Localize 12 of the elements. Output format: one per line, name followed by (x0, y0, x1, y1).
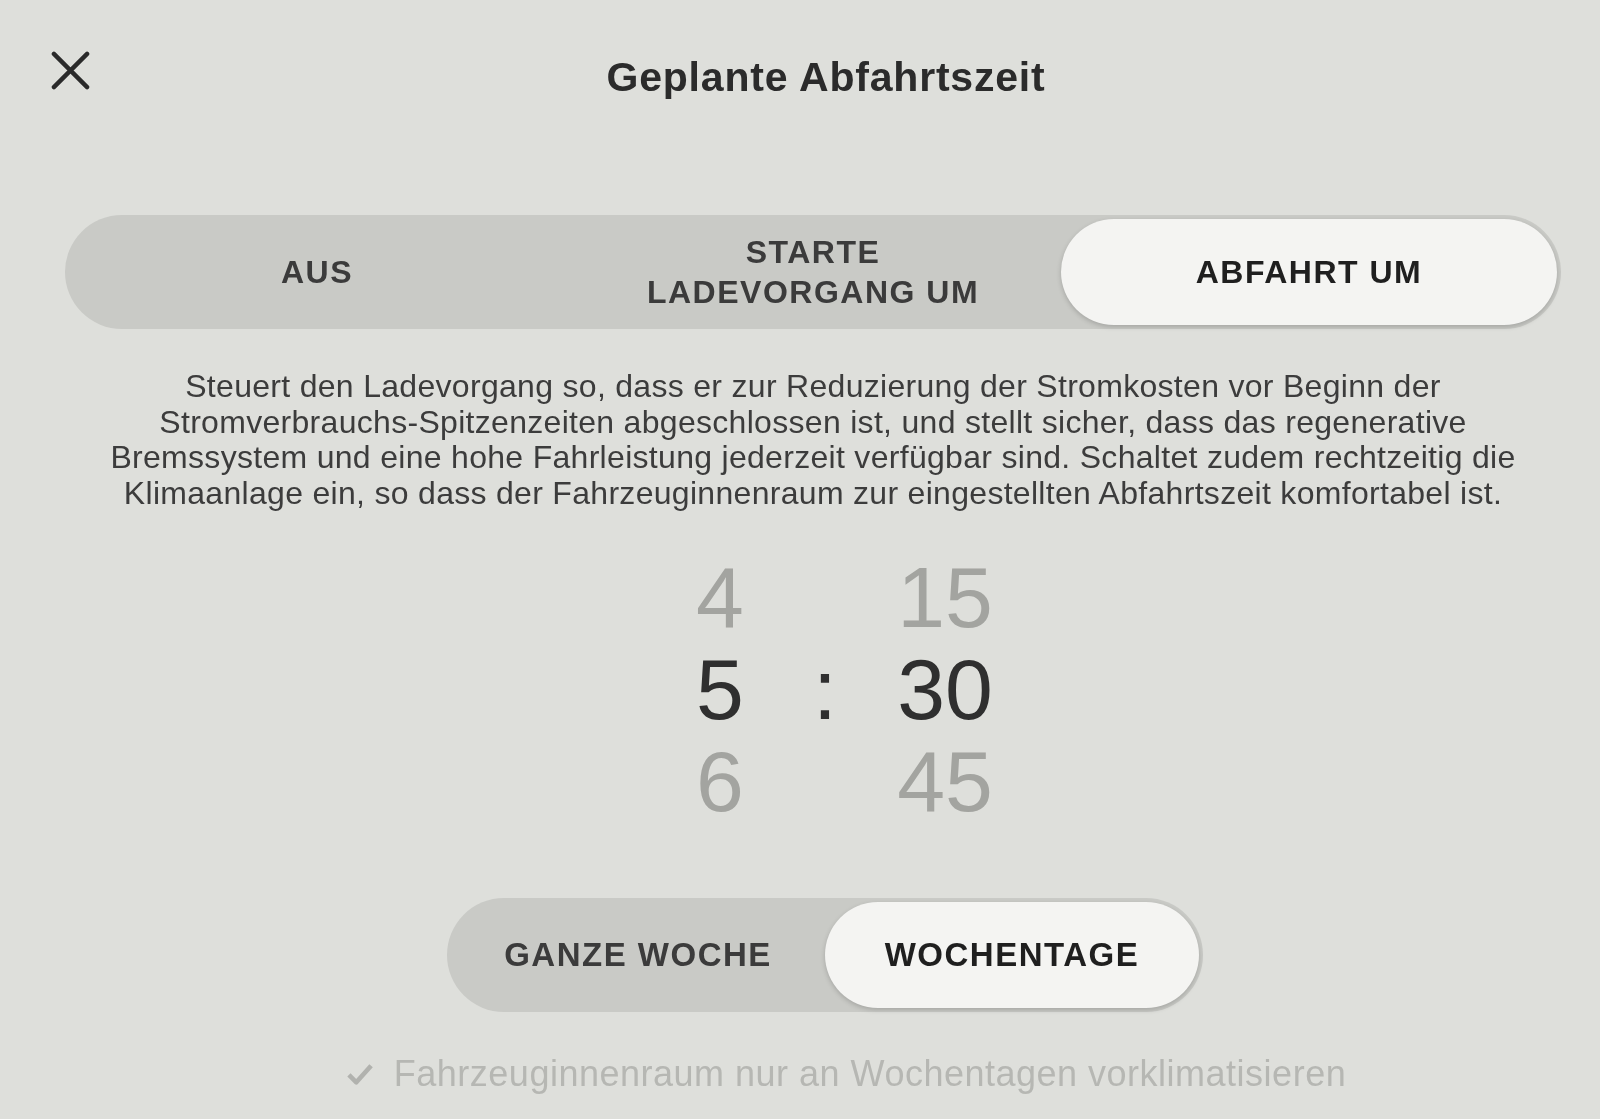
minute-value[interactable]: 30 (897, 643, 993, 735)
time-separator: : (813, 643, 837, 735)
mode-tab[interactable]: STARTE LADEVORGANG UM (565, 219, 1061, 325)
close-button[interactable] (51, 51, 90, 90)
dialog-title: Geplante Abfahrtszeit (606, 53, 1046, 101)
description-text: Steuert den Ladevorgang so, dass er zur Reduzierung der Stromkosten vor Beginn der Stromverbrauchs-Spitzenzeiten abgeschlossen ist, und stellt sicher, dass das regenerative Bremssystem und eine hohe Fahrleistung jederzeit verfügbar sind. Schaltet zudem rechtzeitig die Klimaanlage ein, so dass der Fahrzeuginnenraum zur eingestellten Abfahrtszeit komfortabel ist. (109, 369, 1517, 511)
schedule-tab[interactable]: GANZE WOCHE (451, 902, 825, 1008)
mode-tab[interactable]: AUS (69, 219, 565, 325)
close-icon (51, 51, 90, 90)
schedule-tab[interactable]: WOCHENTAGE (825, 902, 1199, 1008)
hour-value[interactable]: 5 (696, 643, 744, 735)
mode-tab[interactable]: ABFAHRT UM (1061, 219, 1557, 325)
